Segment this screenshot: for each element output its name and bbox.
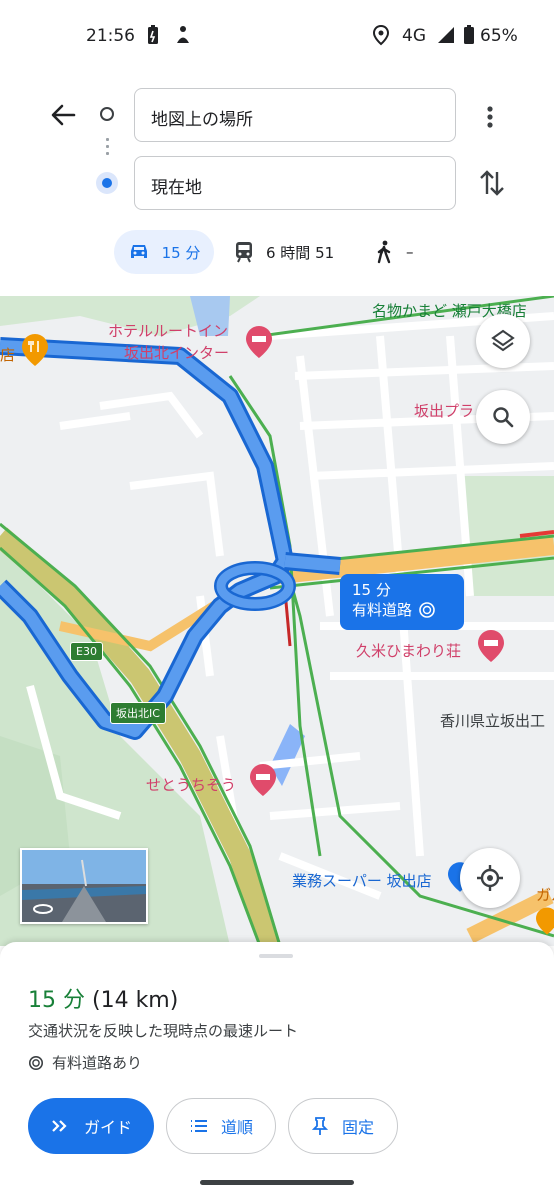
network-type: 4G — [402, 26, 426, 46]
route-description: 交通状況を反映した現時点の最速ルート — [28, 1022, 299, 1040]
origin-circle-icon — [100, 107, 114, 121]
hotel-pin-icon[interactable] — [250, 764, 276, 800]
car-icon — [130, 245, 147, 258]
transit-icon — [236, 242, 252, 263]
destination-dot-icon — [96, 172, 118, 194]
navigation-chevrons-icon — [52, 1120, 67, 1132]
swap-icon[interactable] — [478, 166, 506, 200]
poi-super-label[interactable]: 業務スーパー 坂出店 — [292, 870, 432, 891]
poi-shop-left-label[interactable]: 店 — [0, 344, 15, 365]
layers-button[interactable] — [476, 314, 530, 368]
mode-walk[interactable]: – — [374, 230, 414, 274]
list-icon — [190, 1120, 207, 1132]
poi-hotel-label-2[interactable]: 坂出北インター — [124, 342, 229, 363]
poi-kume-label[interactable]: 久米ひまわり荘 — [356, 640, 461, 661]
mode-car[interactable]: 15 分 — [114, 230, 214, 274]
mode-transit[interactable]: 6 時間 51 — [234, 230, 334, 274]
status-time: 21:56 — [86, 26, 135, 46]
route-summary-sheet: 15 分 (14 km) 交通状況を反映した現時点の最速ルート 有料道路あり ガ… — [0, 942, 554, 1200]
battery-saver-icon — [146, 24, 168, 48]
street-view-thumbnail[interactable] — [20, 848, 148, 924]
route-distance: (14 km) — [92, 988, 179, 1013]
accessibility-icon — [172, 24, 194, 48]
poi-right-edge-label[interactable]: ガル — [536, 884, 554, 905]
restaurant-pin-icon[interactable] — [536, 906, 554, 940]
more-vert-icon[interactable] — [478, 102, 502, 132]
toll-text: 有料道路あり — [52, 1054, 143, 1072]
search-button[interactable] — [476, 390, 530, 444]
route-dots-icon — [106, 136, 109, 158]
status-bar: 21:56 4G 65% — [0, 0, 554, 72]
toll-note: 有料道路あり — [28, 1052, 142, 1073]
eta-toll: 有料道路 — [352, 601, 413, 619]
interchange-shield: 坂出北IC — [110, 702, 166, 724]
route-duration: 15 分 — [28, 988, 85, 1013]
pin-button-label: 固定 — [341, 1118, 374, 1137]
mode-transit-label: 6 時間 51 — [266, 243, 335, 262]
my-location-button[interactable] — [460, 848, 520, 908]
mode-car-label: 15 分 — [161, 243, 201, 262]
back-arrow-icon[interactable] — [48, 100, 78, 130]
toll-icon — [28, 1055, 44, 1070]
steps-button-label: 道順 — [220, 1118, 253, 1137]
search-icon — [493, 407, 514, 428]
map-view[interactable]: ホテルルートイン 坂出北インター 名物かまど 瀬戸大橋店 店 坂出プラ 久米ひま… — [0, 296, 554, 946]
location-icon — [372, 24, 394, 48]
walk-icon — [377, 240, 391, 264]
guide-button-label: ガイド — [83, 1118, 132, 1137]
destination-field[interactable]: 現在地 — [134, 156, 456, 210]
origin-field[interactable]: 地図上の場所 — [134, 88, 456, 142]
toll-icon — [419, 602, 435, 618]
pin-icon — [311, 1117, 328, 1135]
hotel-pin-icon[interactable] — [246, 326, 272, 362]
route-eta-bubble[interactable]: 15 分 有料道路 — [340, 574, 464, 630]
gesture-nav-bar[interactable] — [200, 1180, 354, 1185]
directions-panel: 地図上の場所 現在地 15 分 6 時間 51 – — [0, 72, 554, 296]
signal-icon — [436, 24, 458, 48]
layers-icon — [491, 329, 515, 352]
eta-time: 15 分 — [352, 581, 391, 599]
poi-school-label[interactable]: 香川県立坂出工 — [440, 710, 545, 731]
battery-percent: 65% — [480, 26, 518, 46]
hotel-pin-icon[interactable] — [478, 630, 504, 666]
mode-walk-label: – — [406, 243, 414, 261]
rotate-360-icon — [33, 904, 53, 914]
steps-button[interactable]: 道順 — [166, 1098, 276, 1154]
my-location-icon — [477, 865, 503, 891]
pin-button[interactable]: 固定 — [288, 1098, 398, 1154]
restaurant-pin-icon[interactable] — [22, 334, 48, 370]
sheet-drag-handle[interactable] — [259, 954, 293, 958]
route-duration-row: 15 分 (14 km) — [28, 982, 178, 1014]
poi-hotel-label[interactable]: ホテルルートイン — [108, 320, 228, 341]
route-shield-e30: E30 — [70, 642, 103, 661]
guide-button[interactable]: ガイド — [28, 1098, 154, 1154]
poi-plaza-label[interactable]: 坂出プラ — [414, 400, 474, 421]
poi-setouchi-label[interactable]: せとうちそう — [146, 774, 236, 795]
